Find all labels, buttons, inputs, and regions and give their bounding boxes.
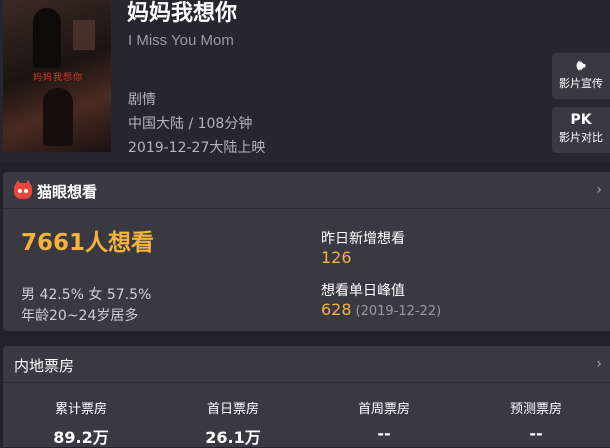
want-to-see-header[interactable]: 猫眼想看 › — [3, 172, 610, 208]
yesterday-new-label: 昨日新增想看 — [321, 231, 405, 247]
daily-peak-label: 想看单日峰值 — [321, 283, 405, 299]
box-office-label: 预测票房 — [509, 402, 562, 417]
pk-icon: PK — [570, 112, 592, 128]
yesterday-new-value: 126 — [321, 248, 352, 267]
box-office-first-day: 首日票房 26.1万 — [158, 398, 308, 448]
want-to-see-card: 猫眼想看 › 7661人想看 男 42.5% 女 57.5% 年龄20~24岁居… — [3, 172, 610, 331]
speaker-icon: 🕪 — [576, 58, 586, 74]
poster-window — [73, 20, 95, 50]
box-office-value: 89.2万 — [53, 428, 109, 447]
poster-figure — [43, 88, 73, 146]
divider — [3, 382, 610, 383]
chevron-right-icon[interactable]: › — [596, 356, 602, 372]
movie-release-date: 2019-12-27大陆上映 — [128, 140, 266, 156]
poster-title-text: 妈妈我想你 — [32, 73, 83, 83]
box-office-forecast: 预测票房 -- — [461, 398, 610, 443]
daily-peak: 628 (2019-12-22) — [321, 300, 441, 319]
want-to-see-total: 7661人想看 — [21, 230, 155, 256]
promo-button[interactable]: 🕪 影片宣传 — [552, 53, 610, 99]
box-office-value: -- — [529, 424, 543, 443]
daily-peak-date: (2019-12-22) — [355, 304, 442, 319]
box-office-title: 内地票房 — [14, 357, 75, 375]
box-office-label: 首日票房 — [206, 402, 259, 417]
box-office-value: 26.1万 — [205, 428, 261, 447]
movie-poster[interactable]: 妈妈我想你 — [3, 0, 111, 152]
movie-genre: 剧情 — [128, 92, 156, 108]
daily-peak-value: 628 — [321, 300, 352, 319]
box-office-value: -- — [377, 424, 391, 443]
box-office-total: 累计票房 89.2万 — [6, 398, 156, 448]
movie-title: 妈妈我想你 — [127, 1, 238, 26]
poster-figure — [33, 8, 61, 68]
movie-english-title: I Miss You Mom — [128, 32, 234, 49]
divider — [3, 208, 610, 209]
box-office-label: 累计票房 — [54, 402, 107, 417]
box-office-label: 首周票房 — [357, 402, 410, 417]
maoyan-cat-icon — [14, 180, 32, 199]
chevron-right-icon[interactable]: › — [596, 182, 602, 198]
promo-button-label: 影片宣传 — [559, 77, 603, 90]
want-to-see-title: 猫眼想看 — [37, 183, 98, 201]
box-office-card: 内地票房 › 累计票房 89.2万 首日票房 26.1万 首周票房 -- 预测票… — [3, 346, 610, 447]
box-office-first-week: 首周票房 -- — [309, 398, 459, 443]
gender-ratio: 男 42.5% 女 57.5% — [21, 287, 152, 303]
age-distribution: 年龄20~24岁居多 — [21, 308, 139, 324]
pk-button[interactable]: PK 影片对比 — [552, 107, 610, 153]
movie-region-duration: 中国大陆 / 108分钟 — [128, 116, 253, 132]
pk-button-label: 影片对比 — [559, 131, 603, 144]
movie-header: 妈妈我想你 妈妈我想你 I Miss You Mom 剧情 中国大陆 / 108… — [0, 0, 610, 162]
